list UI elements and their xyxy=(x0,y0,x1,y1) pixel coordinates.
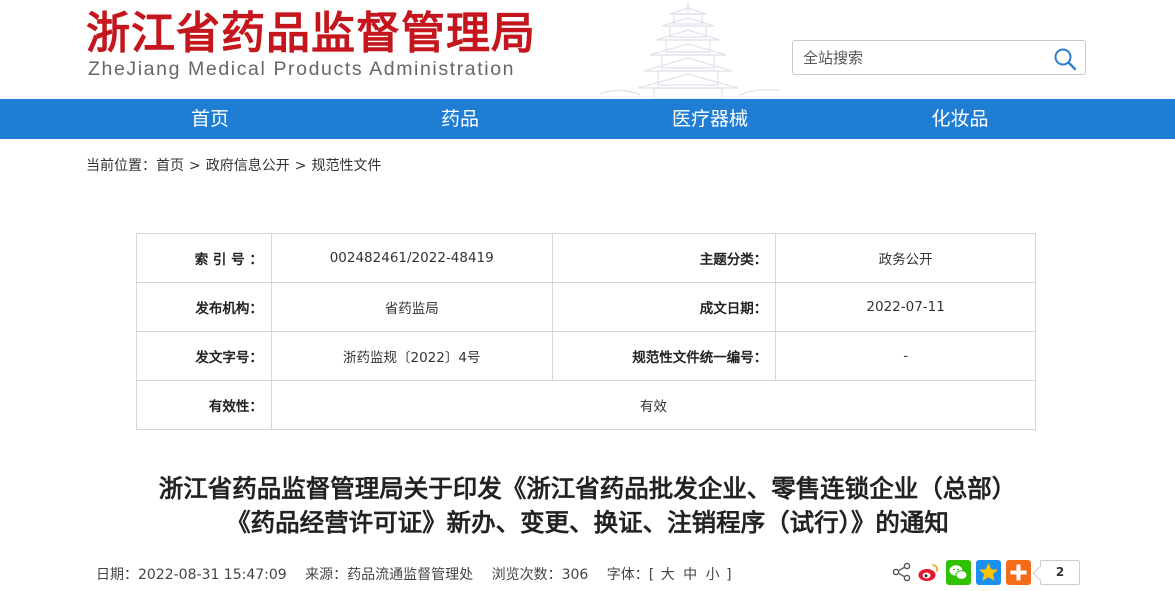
table-row: 发布机构： 省药监局 成文日期： 2022-07-11 xyxy=(136,282,1036,332)
article-source: 来源：药品流通监督管理处 xyxy=(305,567,474,583)
index-label: 索 引 号 ： xyxy=(136,233,272,283)
search-input[interactable] xyxy=(803,47,1043,69)
breadcrumb: 当前位置：首页 > 政府信息公开 > 规范性文件 xyxy=(86,155,381,175)
article-title-line-2: 《药品经营许可证》新办、变更、换证、注销程序（试行）》的通知 xyxy=(226,508,949,537)
font-size-close: ] xyxy=(726,567,732,583)
font-size-large-button[interactable]: 大 xyxy=(661,567,675,583)
issuer-value: 省药监局 xyxy=(270,282,553,332)
font-size-small-button[interactable]: 小 xyxy=(706,567,720,583)
site-logo-title[interactable]: 浙江省药品监督管理局 xyxy=(86,6,536,62)
breadcrumb-link-gov-info[interactable]: 政府信息公开 xyxy=(206,158,290,174)
table-row: 发文字号： 浙药监规〔2022〕4号 规范性文件统一编号： - xyxy=(136,331,1036,381)
article-title-line-1: 浙江省药品监督管理局关于印发《浙江省药品批发企业、零售连锁企业（总部） xyxy=(158,474,1017,503)
nav-item-home[interactable]: 首页 xyxy=(140,99,280,139)
font-size-switch: 字体：[ 大 中 小 ] xyxy=(607,567,732,583)
breadcrumb-link-home[interactable]: 首页 xyxy=(156,158,184,174)
breadcrumb-prefix: 当前位置： xyxy=(86,158,156,174)
main-nav: 首页 药品 医疗器械 化妆品 xyxy=(0,99,1175,139)
nav-item-medical-devices[interactable]: 医疗器械 xyxy=(640,99,780,139)
nav-item-drugs[interactable]: 药品 xyxy=(390,99,530,139)
article-title: 浙江省药品监督管理局关于印发《浙江省药品批发企业、零售连锁企业（总部） 《药品经… xyxy=(60,472,1115,540)
nav-item-cosmetics[interactable]: 化妆品 xyxy=(890,99,1030,139)
article-meta: 日期：2022-08-31 15:47:09 来源：药品流通监督管理处 浏览次数… xyxy=(96,564,746,584)
publish-date: 日期：2022-08-31 15:47:09 xyxy=(96,567,287,583)
search-box xyxy=(792,40,1086,75)
share-count-badge: 2 xyxy=(1040,560,1080,585)
qzone-icon[interactable] xyxy=(976,560,1001,585)
document-info-table: 索 引 号 ： 002482461/2022-48419 主题分类： 政务公开 … xyxy=(136,233,1037,430)
docno-label: 发文字号： xyxy=(136,331,272,381)
breadcrumb-separator: > xyxy=(189,158,201,174)
issuer-label: 发布机构： xyxy=(136,282,272,332)
pagoda-watermark-icon xyxy=(600,2,780,99)
index-value: 002482461/2022-48419 xyxy=(270,233,553,283)
font-size-medium-button[interactable]: 中 xyxy=(683,567,697,583)
validity-value: 有效 xyxy=(270,380,1037,430)
docno-value: 浙药监规〔2022〕4号 xyxy=(270,331,553,381)
share-icon[interactable] xyxy=(891,561,913,583)
weibo-icon[interactable] xyxy=(916,560,941,585)
site-header: 浙江省药品监督管理局 ZheJiang Medical Products Adm… xyxy=(0,0,1175,99)
unified-number-value: - xyxy=(775,331,1036,381)
unified-number-label: 规范性文件统一编号： xyxy=(551,331,777,381)
table-row: 索 引 号 ： 002482461/2022-48419 主题分类： 政务公开 xyxy=(136,233,1036,283)
breadcrumb-separator: > xyxy=(294,158,307,174)
site-logo-subtitle: ZheJiang Medical Products Administration xyxy=(88,58,516,80)
wechat-icon[interactable] xyxy=(946,560,971,585)
date-label: 成文日期： xyxy=(551,282,777,332)
more-share-icon[interactable] xyxy=(1006,560,1031,585)
search-icon[interactable] xyxy=(1053,47,1077,71)
category-value: 政务公开 xyxy=(775,233,1036,283)
table-row: 有效性： 有效 xyxy=(136,380,1037,430)
category-label: 主题分类： xyxy=(551,233,777,283)
breadcrumb-link-normative-docs[interactable]: 规范性文件 xyxy=(311,158,381,174)
font-size-label: 字体：[ xyxy=(606,567,655,583)
validity-label: 有效性： xyxy=(136,380,272,430)
date-value: 2022-07-11 xyxy=(775,282,1036,332)
view-count: 浏览次数：306 xyxy=(491,567,589,583)
